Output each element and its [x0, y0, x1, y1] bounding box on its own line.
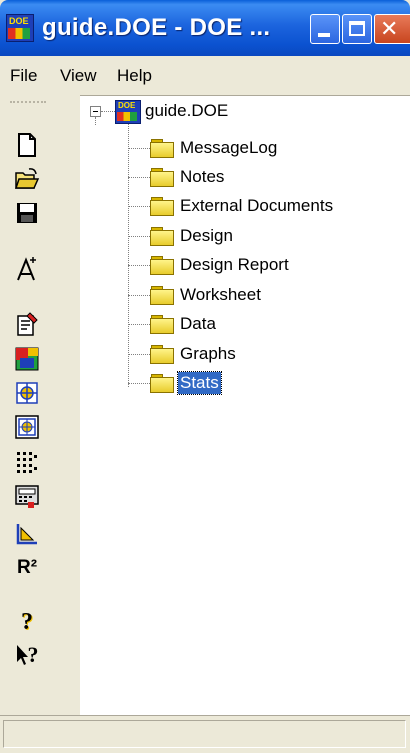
maximize-icon [349, 21, 365, 36]
folder-icon [150, 168, 174, 187]
doe-app-icon[interactable]: DOE [6, 14, 34, 42]
root-icon-text: DOE [118, 101, 136, 110]
folder-icon [150, 256, 174, 275]
context-help-button[interactable]: ? [12, 641, 42, 669]
tree-item-design-report[interactable]: Design Report [150, 253, 291, 277]
status-pane [3, 720, 406, 748]
edit-design-button[interactable] [12, 310, 42, 338]
wizard-button[interactable] [12, 255, 42, 283]
tree-root-label: guide.DOE [145, 101, 229, 120]
tree-item-graphs[interactable]: Graphs [150, 342, 238, 366]
maximize-button[interactable] [342, 14, 372, 44]
design-table-icon [15, 347, 39, 371]
tree-item-design[interactable]: Design [150, 224, 235, 248]
design-table-button[interactable] [12, 345, 42, 373]
data-grid-icon [17, 452, 37, 473]
folder-icon [150, 374, 174, 393]
tree-item-notes[interactable]: Notes [150, 165, 226, 189]
r-squared-button[interactable]: R² [12, 554, 42, 582]
folder-icon [150, 139, 174, 158]
tree-root[interactable]: guide.DOE [143, 99, 230, 123]
folder-icon [150, 227, 174, 246]
open-button[interactable] [12, 165, 42, 193]
wizard-icon [17, 257, 36, 281]
status-bar [0, 715, 410, 753]
calculator-button[interactable] [12, 483, 42, 511]
tree-item-external-documents[interactable]: External Documents [150, 194, 335, 218]
doe-file-icon: DOE [115, 100, 141, 124]
folder-icon [150, 286, 174, 305]
collapse-toggle[interactable] [90, 106, 101, 117]
menu-help[interactable]: Help [117, 66, 152, 86]
analyze-icon [16, 382, 38, 404]
tree-item-worksheet[interactable]: Worksheet [150, 283, 263, 307]
analyze-button[interactable] [12, 379, 42, 407]
tree-item-data[interactable]: Data [150, 312, 218, 336]
save-button[interactable] [12, 199, 42, 227]
app-icon-text: DOE [9, 16, 29, 26]
minimize-icon [318, 33, 330, 37]
open-folder-icon [14, 168, 40, 189]
menu-bar: File View Help [0, 56, 410, 92]
document-tree: DOE guide.DOE MessageLog Notes External … [80, 95, 410, 716]
close-button[interactable]: ✕ [374, 14, 410, 44]
app-window: DOE guide.DOE - DOE ... ✕ File View Help [0, 0, 410, 753]
close-icon: ✕ [380, 17, 399, 42]
graph-button[interactable] [12, 520, 42, 548]
model-button[interactable] [12, 413, 42, 441]
edit-design-icon [17, 312, 38, 336]
menu-view[interactable]: View [60, 66, 97, 86]
minimize-button[interactable] [310, 14, 340, 44]
context-help-icon: ? [16, 642, 39, 668]
new-document-button[interactable] [12, 131, 42, 159]
graph-icon [16, 524, 37, 545]
save-icon [17, 203, 37, 223]
folder-icon [150, 197, 174, 216]
tree-item-messagelog[interactable]: MessageLog [150, 136, 279, 160]
title-bar[interactable]: DOE guide.DOE - DOE ... ✕ [0, 0, 410, 56]
help-button[interactable]: ? [12, 608, 42, 636]
data-grid-button[interactable] [12, 448, 42, 476]
new-document-icon [18, 133, 36, 157]
folder-icon [150, 345, 174, 364]
tree-item-stats[interactable]: Stats [150, 371, 222, 395]
r-squared-icon: R² [16, 557, 38, 578]
toolbar-grip[interactable] [10, 101, 46, 105]
help-icon: ? [21, 608, 33, 635]
menu-file[interactable]: File [10, 66, 37, 86]
model-icon [15, 415, 39, 439]
window-title: guide.DOE - DOE ... [42, 14, 271, 41]
folder-icon [150, 315, 174, 334]
vertical-toolbar: R² ? ? [2, 95, 82, 715]
calculator-icon [15, 485, 39, 508]
